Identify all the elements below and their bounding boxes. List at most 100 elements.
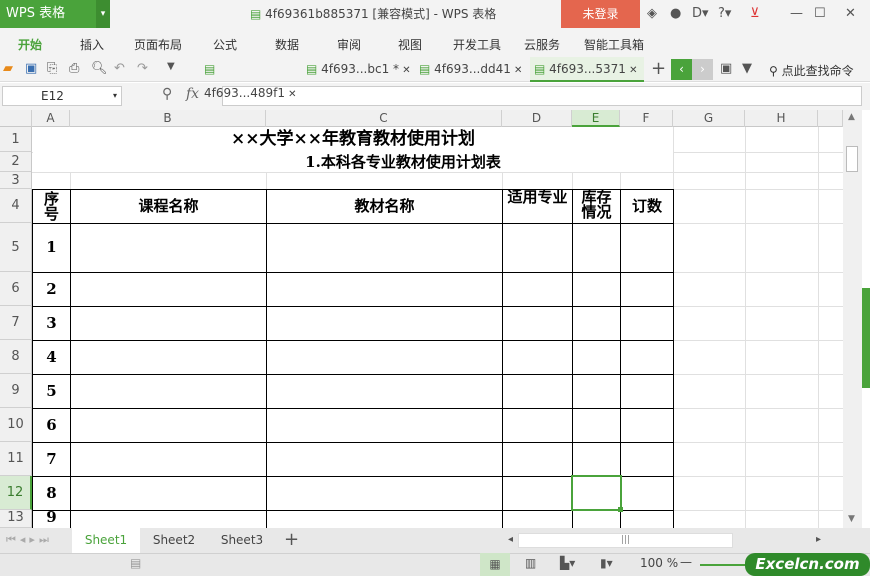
- vertical-scrollbar[interactable]: [843, 110, 862, 528]
- row-header[interactable]: 7: [0, 306, 32, 340]
- row-header[interactable]: 5: [0, 223, 32, 272]
- column-header-C[interactable]: C: [266, 110, 502, 127]
- fill-handle[interactable]: [618, 507, 623, 512]
- open-icon[interactable]: ▰: [3, 61, 13, 76]
- row-header[interactable]: 8: [0, 340, 32, 374]
- column-header-extra[interactable]: [818, 110, 843, 127]
- redo-icon[interactable]: ↷: [137, 61, 148, 76]
- column-header-B[interactable]: B: [70, 110, 266, 127]
- vertical-scroll-thumb[interactable]: [846, 146, 858, 172]
- save-icon[interactable]: ▣: [25, 61, 37, 76]
- print-icon[interactable]: ⎙: [69, 61, 79, 76]
- customize-dropdown-icon[interactable]: ▼: [167, 61, 175, 72]
- new-tab-icon[interactable]: +: [651, 58, 666, 79]
- row-header[interactable]: 10: [0, 408, 32, 442]
- login-button[interactable]: 未登录: [561, 0, 640, 28]
- next-tab-icon[interactable]: ›: [692, 59, 713, 80]
- zoom-formula-icon[interactable]: ⚲: [162, 86, 172, 102]
- maximize-icon[interactable]: ☐: [814, 6, 826, 21]
- sheet-tab[interactable]: Sheet2: [140, 528, 208, 553]
- doc-tab[interactable]: ▤ 4f693...dd41 ✕: [415, 57, 527, 82]
- column-header-E[interactable]: E: [572, 110, 620, 127]
- column-header-A[interactable]: A: [32, 110, 70, 127]
- selected-cell[interactable]: [571, 475, 622, 511]
- eye-protect-icon[interactable]: ▮▾: [600, 556, 613, 570]
- doc-tab[interactable]: ▤ 4f693...5371 ✕: [530, 57, 644, 82]
- menu-1[interactable]: 插入: [80, 36, 104, 53]
- print-preview-icon[interactable]: 🔍︎: [91, 61, 108, 76]
- close-tab-icon[interactable]: ✕: [626, 65, 637, 76]
- undo-icon[interactable]: ↶: [114, 61, 125, 76]
- doc-tab[interactable]: ▤ 4f693...bc1 * ✕: [302, 57, 412, 82]
- row-header[interactable]: 3: [0, 172, 32, 189]
- chevron-down-icon[interactable]: ▾: [96, 0, 110, 28]
- side-panel-toggle[interactable]: [862, 288, 870, 388]
- page-break-view-icon[interactable]: ▥: [525, 556, 536, 570]
- column-header-D[interactable]: D: [502, 110, 572, 127]
- share-icon[interactable]: D▾: [692, 6, 709, 21]
- row-header[interactable]: 9: [0, 374, 32, 408]
- minimize-icon[interactable]: —: [790, 6, 803, 21]
- row-header[interactable]: 6: [0, 272, 32, 306]
- close-tab-icon[interactable]: ✕: [285, 89, 296, 100]
- name-box[interactable]: E12 ▾: [2, 86, 122, 106]
- zoom-out-icon[interactable]: —: [680, 555, 692, 569]
- close-icon[interactable]: ✕: [845, 6, 856, 21]
- column-header-G[interactable]: G: [673, 110, 745, 127]
- menu-3[interactable]: 公式: [213, 36, 237, 53]
- presentation-icon[interactable]: ▣: [720, 61, 732, 76]
- table-header: 库存情况: [581, 190, 612, 221]
- menu-4[interactable]: 数据: [275, 36, 299, 53]
- zoom-slider[interactable]: [700, 564, 750, 566]
- scroll-down-icon[interactable]: ▼: [848, 514, 855, 524]
- scroll-left-icon[interactable]: ◂: [508, 534, 513, 545]
- skin-icon[interactable]: ◈: [647, 6, 657, 21]
- zoom-level[interactable]: 100 %: [640, 556, 678, 570]
- row-header[interactable]: 13: [0, 510, 32, 528]
- app-menu-button[interactable]: WPS 表格: [0, 0, 96, 28]
- fx-icon[interactable]: fx: [186, 86, 199, 102]
- row-header[interactable]: 11: [0, 442, 32, 476]
- menu-8[interactable]: 云服务: [524, 36, 560, 53]
- menu-9[interactable]: 智能工具箱: [584, 36, 644, 53]
- menu-6[interactable]: 视图: [398, 36, 422, 53]
- formula-input[interactable]: [222, 86, 862, 106]
- scroll-right-icon[interactable]: ▸: [816, 534, 821, 545]
- sheet-tab[interactable]: Sheet3: [208, 528, 276, 553]
- reading-mode-icon[interactable]: ▙▾: [560, 556, 575, 570]
- normal-view-icon[interactable]: ▦: [480, 553, 510, 576]
- column-header-F[interactable]: F: [620, 110, 673, 127]
- menu-5[interactable]: 审阅: [337, 36, 361, 53]
- sheet-tab[interactable]: Sheet1: [72, 528, 140, 553]
- scroll-up-icon[interactable]: ▲: [848, 112, 855, 122]
- doc-tab-label: 4f693...489f1: [204, 86, 285, 100]
- select-all-corner[interactable]: [0, 110, 32, 127]
- sheet-nav-icons[interactable]: ⏮◂▸⏭: [6, 533, 53, 547]
- row-header[interactable]: 1: [0, 127, 32, 152]
- download-icon[interactable]: ⊻: [750, 6, 760, 21]
- settings-icon[interactable]: ●: [670, 6, 681, 21]
- spreadsheet-icon: ▤: [204, 62, 216, 76]
- close-tab-icon[interactable]: ✕: [399, 65, 410, 76]
- prev-tab-icon[interactable]: ‹: [671, 59, 692, 80]
- chevron-down-icon[interactable]: ▾: [113, 87, 117, 105]
- add-sheet-icon[interactable]: +: [284, 529, 299, 550]
- menu-2[interactable]: 页面布局: [134, 36, 182, 53]
- doc-tab[interactable]: ▤ 4f693...489f1 ✕: [200, 57, 298, 100]
- row-header[interactable]: 12: [0, 476, 32, 510]
- help-icon[interactable]: ?▾: [718, 6, 731, 21]
- row-header[interactable]: 4: [0, 189, 32, 223]
- command-search[interactable]: ⚲ 点此查找命令: [769, 62, 854, 79]
- table-header: 课程名称: [138, 197, 199, 215]
- menu-0[interactable]: 开始: [18, 36, 42, 53]
- pin-icon[interactable]: ▼: [742, 61, 752, 76]
- close-tab-icon[interactable]: ✕: [511, 65, 522, 76]
- row-header[interactable]: 2: [0, 152, 32, 172]
- menu-7[interactable]: 开发工具: [453, 36, 501, 53]
- search-icon: ⚲: [769, 64, 782, 78]
- macro-icon[interactable]: ▤: [130, 556, 141, 570]
- column-header-H[interactable]: H: [745, 110, 818, 127]
- export-pdf-icon[interactable]: ⎘: [47, 61, 57, 76]
- spreadsheet-icon: ▤: [306, 62, 322, 76]
- horizontal-scroll-thumb[interactable]: |||: [518, 533, 733, 548]
